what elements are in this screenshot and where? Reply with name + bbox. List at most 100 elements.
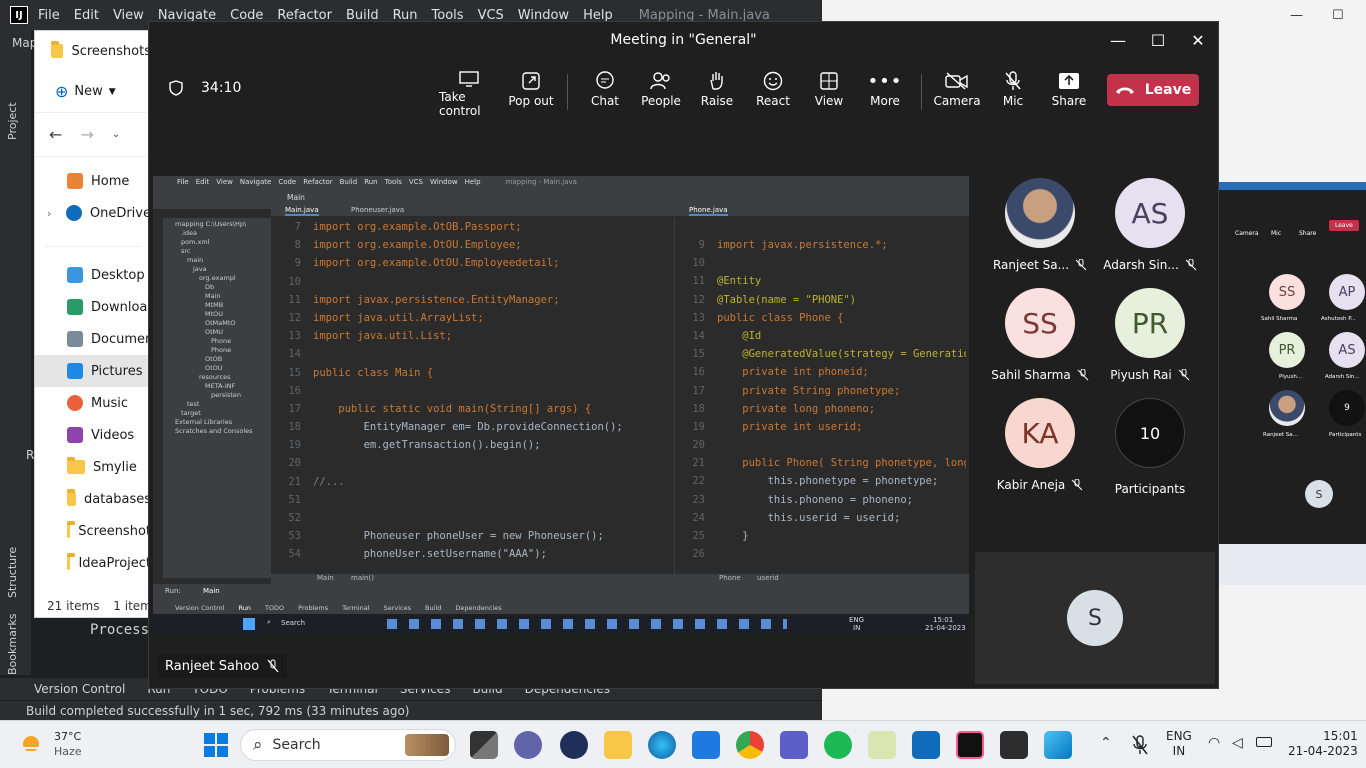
nav-label: Videos: [91, 427, 135, 443]
new-button[interactable]: ⊕ New ▼: [35, 71, 151, 113]
nav-label: Downloads: [91, 299, 151, 315]
bookmarks-tool-tab[interactable]: Bookmarks: [6, 614, 19, 675]
pop-out-button[interactable]: Pop out: [501, 68, 561, 118]
participants-count-tile[interactable]: 10 Participants: [1095, 398, 1205, 496]
nav-item-music[interactable]: Music: [35, 387, 151, 419]
close-icon[interactable]: ✕: [1178, 22, 1218, 58]
menu-file[interactable]: File: [38, 8, 60, 23]
participant-tile[interactable]: KA Kabir Aneja: [985, 398, 1095, 492]
mini-avatar-photo: [1269, 390, 1305, 426]
mic-off-icon: [1071, 479, 1083, 491]
chevron-down-icon[interactable]: ⌄: [112, 129, 120, 140]
label: Raise: [700, 94, 734, 108]
leave-button[interactable]: Leave: [1107, 74, 1199, 106]
nav-item-videos[interactable]: Videos: [35, 419, 151, 451]
more-button[interactable]: ••• More: [855, 68, 915, 118]
terminal-icon[interactable]: [1000, 731, 1028, 759]
shared-code-right: 9 import javax.persistence.*; 10 11 @Entity 1…: [674, 218, 966, 578]
tab-version-control[interactable]: Version Control: [34, 682, 125, 696]
wifi-icon[interactable]: ◠: [1208, 735, 1220, 751]
line-text: @Table(name = "PHONE"): [717, 293, 857, 306]
intellij-logo-icon[interactable]: IJ: [10, 6, 28, 24]
nav-item-ideaproject[interactable]: IdeaProject: [35, 547, 151, 579]
react-button[interactable]: React: [743, 68, 803, 118]
minimize-icon[interactable]: —: [1290, 8, 1303, 23]
shared-ide-menubar: File Edit View Navigate Code Refactor Bu…: [153, 176, 969, 188]
windows-logo-icon: [217, 733, 228, 744]
selected-count: 1 item: [113, 599, 152, 613]
nav-item-desktop[interactable]: Desktop: [35, 259, 151, 291]
share-button[interactable]: Share: [1039, 68, 1099, 118]
mini-avatar: SS: [1269, 274, 1305, 310]
line-text: public class Main {: [313, 366, 434, 379]
search-label: Search: [272, 737, 321, 753]
language-indicator[interactable]: ENG IN: [1166, 729, 1192, 759]
mic-button[interactable]: Mic: [983, 68, 1043, 118]
nav-item-downloads[interactable]: Downloads: [35, 291, 151, 323]
teams-icon[interactable]: [780, 731, 808, 759]
menu-item: Run: [364, 178, 378, 186]
line-number: 25: [692, 530, 705, 542]
crumb: userid: [757, 574, 779, 582]
intellij-icon[interactable]: [956, 731, 984, 759]
camera-button[interactable]: Camera: [927, 68, 987, 118]
maximize-icon[interactable]: ☐: [1332, 8, 1344, 23]
participant-name: Kabir Aneja: [996, 478, 1066, 492]
weather-widget[interactable]: 37°C Haze: [18, 729, 82, 759]
nav-item-onedrive[interactable]: › OneDrive: [35, 197, 151, 229]
volume-icon[interactable]: ◁: [1232, 735, 1243, 751]
raise-hand-button[interactable]: Raise: [687, 68, 747, 118]
line-number: 8: [294, 239, 301, 252]
take-control-button[interactable]: Take control: [439, 68, 499, 118]
view-button[interactable]: View: [799, 68, 859, 118]
photos-icon[interactable]: [1044, 731, 1072, 759]
chat-button[interactable]: Chat: [575, 68, 635, 118]
back-arrow-icon[interactable]: ←: [49, 125, 62, 144]
windows-taskbar: 37°C Haze ⌕ Search ⌃ ENG IN ◠ ◁ 15:01 21…: [0, 720, 1366, 768]
maximize-icon[interactable]: ☐: [1138, 22, 1178, 58]
code-line: 15 @GeneratedValue(strategy = Generation…: [675, 345, 966, 363]
spotify-icon[interactable]: [824, 731, 852, 759]
line-number: 14: [288, 348, 301, 361]
edge-icon[interactable]: [648, 731, 676, 759]
mic-off-icon[interactable]: [1132, 735, 1148, 755]
line-number: 12: [692, 293, 705, 306]
people-button[interactable]: People: [631, 68, 691, 118]
nav-item-smylie[interactable]: Smylie: [35, 451, 151, 483]
structure-tool-tab[interactable]: Structure: [6, 547, 19, 598]
teams-chat-icon[interactable]: [514, 731, 542, 759]
store-icon[interactable]: [692, 731, 720, 759]
participant-tile[interactable]: Ranjeet Sa...: [985, 178, 1095, 272]
clock[interactable]: 15:01 21-04-2023: [1288, 729, 1358, 759]
nav-item-screenshot[interactable]: Screenshot: [35, 515, 151, 547]
avatar: SS: [1005, 288, 1075, 358]
monitor-icon: [459, 71, 479, 87]
app-icon[interactable]: [560, 731, 588, 759]
nav-item-databases[interactable]: databases: [35, 483, 151, 515]
forward-arrow-icon[interactable]: →: [80, 125, 93, 144]
chrome-icon[interactable]: [736, 731, 764, 759]
weather-temp: 37°C: [54, 730, 82, 743]
project-tool-tab[interactable]: Project: [6, 102, 19, 140]
menu-view[interactable]: View: [113, 8, 144, 23]
menu-edit[interactable]: Edit: [74, 8, 99, 23]
taskbar-search[interactable]: ⌕ Search: [240, 729, 456, 761]
nav-label: IdeaProject: [78, 555, 151, 571]
participant-tile[interactable]: AS Adarsh Sin...: [1095, 178, 1205, 272]
file-explorer-icon[interactable]: [604, 731, 632, 759]
participant-tile[interactable]: SS Sahil Sharma: [985, 288, 1095, 382]
avatar: PR: [1115, 288, 1185, 358]
chevron-up-icon[interactable]: ⌃: [1100, 735, 1112, 751]
nav-item-home[interactable]: Home: [35, 165, 151, 197]
outlook-icon[interactable]: [912, 731, 940, 759]
battery-icon[interactable]: [1256, 737, 1272, 747]
mini-count: 9: [1329, 390, 1365, 426]
task-view-icon[interactable]: [470, 731, 498, 759]
start-button[interactable]: [204, 733, 228, 757]
notepad-icon[interactable]: [868, 731, 896, 759]
tree-item: org.exampl: [199, 274, 236, 282]
minimize-icon[interactable]: —: [1098, 22, 1138, 58]
nav-item-pictures[interactable]: Pictures: [35, 355, 151, 387]
participant-tile[interactable]: PR Piyush Rai: [1095, 288, 1205, 382]
nav-item-documents[interactable]: Documents: [35, 323, 151, 355]
